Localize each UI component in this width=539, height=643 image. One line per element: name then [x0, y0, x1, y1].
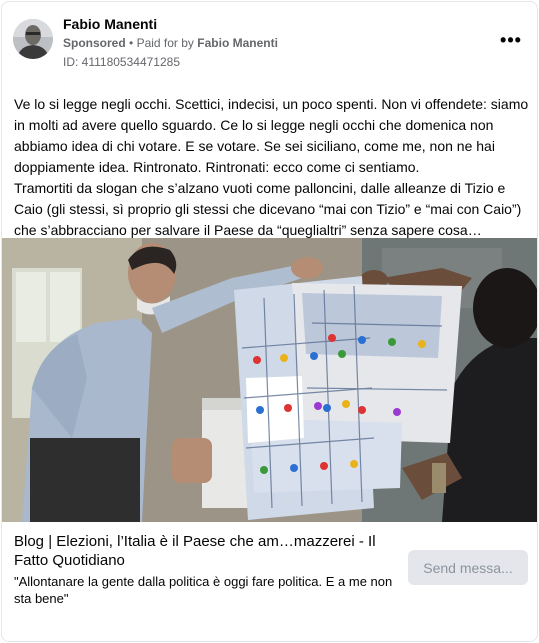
post-paragraph-2: Tramortiti da slogan che s’alzano vuoti … — [14, 180, 522, 238]
post-text: Ve lo si legge negli occhi. Scettici, in… — [14, 94, 530, 241]
paid-for-name[interactable]: Fabio Manenti — [197, 36, 278, 50]
link-preview[interactable]: Blog | Elezioni, l’Italia è il Paese che… — [2, 522, 537, 641]
post-paragraph-1: Ve lo si legge negli occhi. Scettici, in… — [14, 96, 529, 175]
meta-separator: • — [129, 36, 137, 50]
election-ballot-photo — [2, 238, 537, 522]
ad-post-card: Fabio Manenti Sponsored • Paid for by Fa… — [1, 1, 538, 642]
send-message-button[interactable]: Send messa... — [408, 550, 528, 585]
ad-id: ID: 411180534471285 — [63, 55, 180, 69]
author-avatar[interactable] — [13, 19, 53, 59]
avatar-image — [13, 19, 53, 59]
more-options-icon[interactable]: ••• — [497, 30, 525, 50]
author-name[interactable]: Fabio Manenti — [63, 16, 157, 32]
post-header: Fabio Manenti Sponsored • Paid for by Fa… — [2, 2, 537, 82]
sponsored-label: Sponsored — [63, 36, 126, 50]
link-title[interactable]: Blog | Elezioni, l’Italia è il Paese che… — [14, 532, 398, 570]
sponsored-meta: Sponsored • Paid for by Fabio Manenti — [63, 36, 278, 50]
post-photo[interactable] — [2, 238, 537, 522]
link-description: "Allontanare la gente dalla politica è o… — [14, 574, 393, 606]
paid-for-prefix: Paid for by — [136, 36, 194, 50]
